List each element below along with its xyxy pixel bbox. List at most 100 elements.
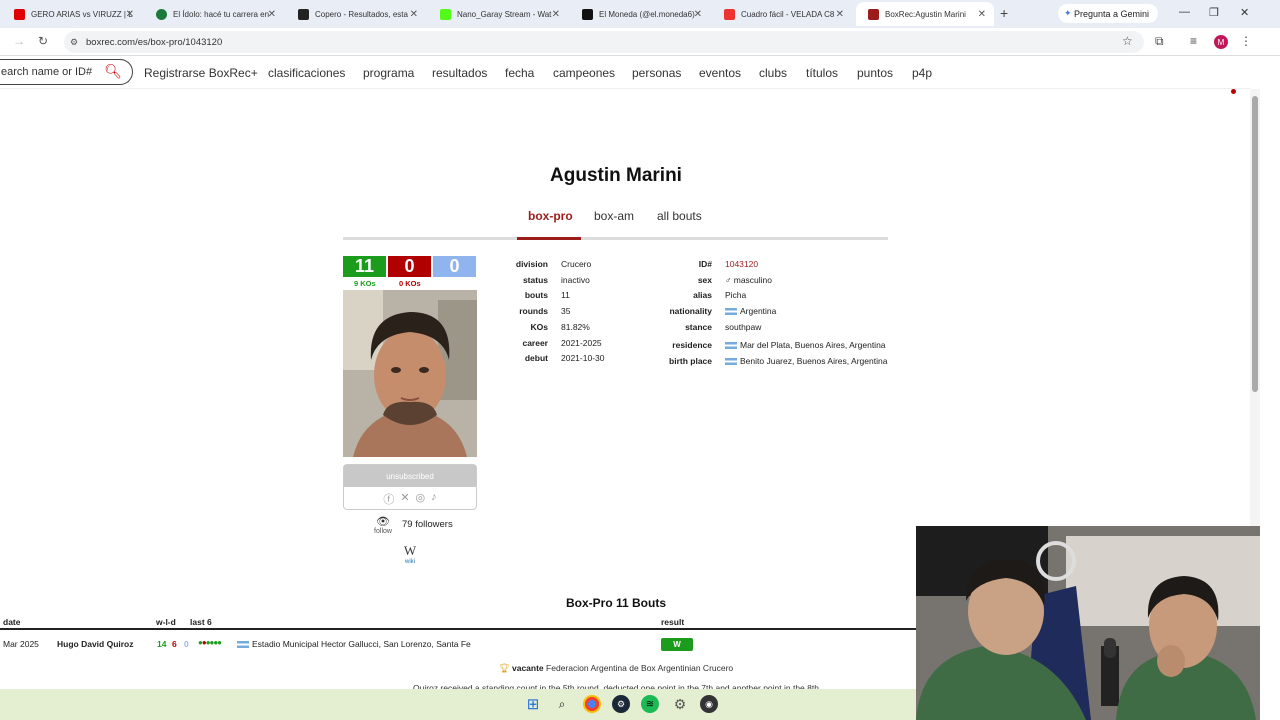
restore-icon[interactable]: ❐ [1209, 6, 1219, 19]
detail-label: stance [685, 322, 712, 332]
browser-tab[interactable]: El Ídolo: hacé tu carrera en ✕ [144, 2, 284, 26]
search-input[interactable]: earch name or ID# 🔍︎ [0, 59, 133, 85]
follow-button[interactable]: 👁︎ follow [372, 515, 394, 535]
nav-champions[interactable]: campeones [553, 66, 615, 80]
url-field[interactable]: ⚙ boxrec.com/es/box-pro/1043120 [64, 31, 1144, 53]
browser-tab[interactable]: El Moneda (@el.moneda6) ✕ [570, 2, 710, 26]
record-wins: 11 [343, 256, 386, 277]
wins-kos: 9 KOs [354, 279, 376, 288]
nav-people[interactable]: personas [632, 66, 681, 80]
venue[interactable]: Estadio Municipal Hector Gallucci, San L… [237, 639, 471, 649]
bout-date: Mar 2025 [3, 639, 39, 649]
spotify-icon[interactable]: ≋ [641, 695, 659, 713]
column-header-result: result [661, 617, 685, 627]
site-info-icon[interactable]: ⚙ [70, 37, 78, 48]
close-icon[interactable]: ✕ [268, 9, 276, 20]
detail-label: ID# [698, 259, 712, 269]
windows-start-icon[interactable]: ⊞ [524, 695, 542, 713]
browser-tab[interactable]: GERO ARIAS vs VIRUZZ | L ✕ [2, 2, 142, 26]
argentina-flag-icon [725, 342, 737, 350]
nav-schedule[interactable]: programa [363, 66, 414, 80]
opponent-wins: 14 [157, 639, 167, 649]
new-tab-button[interactable]: + [1000, 5, 1008, 21]
instagram-icon[interactable]: ◎ [416, 491, 426, 507]
nav-p4p[interactable]: p4p [912, 66, 932, 80]
detail-label: residence [672, 340, 712, 350]
close-window-icon[interactable]: ✕ [1240, 6, 1249, 19]
table-header-rule [0, 628, 916, 630]
obs-icon[interactable]: ◉ [700, 695, 718, 713]
site-nav: earch name or ID# 🔍︎ Registrarse BoxRec+ … [0, 57, 1250, 89]
close-icon[interactable]: ✕ [978, 9, 986, 20]
extensions-icon[interactable]: ⧉ [1155, 34, 1164, 49]
column-header-date[interactable]: date [3, 617, 20, 627]
detail-value: Argentina [740, 306, 777, 316]
menu-icon[interactable]: ⋮ [1240, 34, 1252, 48]
detail-value: Picha [725, 290, 747, 300]
reload-icon[interactable]: ↻ [38, 34, 48, 48]
steam-icon[interactable]: ⚙ [612, 695, 630, 713]
argentina-flag-icon [725, 358, 737, 366]
boxer-id-link[interactable]: 1043120 [725, 259, 758, 269]
boxer-photo [343, 290, 477, 457]
subscription-box: unsubscribed ⓕ ✕ ◎ ♪ [343, 464, 477, 510]
close-icon[interactable]: ✕ [126, 9, 134, 20]
browser-tab-active[interactable]: BoxRec:Agustin Marini ✕ [856, 2, 994, 26]
argentina-flag-icon [237, 641, 249, 649]
browser-tab[interactable]: Nano_Garay Stream - Wat ✕ [428, 2, 568, 26]
nav-events[interactable]: eventos [699, 66, 741, 80]
close-icon[interactable]: ✕ [410, 9, 418, 20]
close-icon[interactable]: ✕ [694, 9, 702, 20]
search-icon[interactable]: ⌕ [553, 695, 571, 713]
nav-results[interactable]: resultados [432, 66, 487, 80]
losses-kos: 0 KOs [399, 279, 421, 288]
chrome-icon[interactable] [583, 695, 601, 713]
gemini-label: Pregunta a Gemini [1074, 8, 1150, 19]
nav-date[interactable]: fecha [505, 66, 534, 80]
title-name[interactable]: Federacion Argentina de Box Argentinian … [546, 663, 733, 673]
gemini-button[interactable]: ✦ Pregunta a Gemini [1058, 4, 1158, 23]
subscribe-button[interactable]: unsubscribed [344, 465, 476, 487]
tab-title: Cuadro fácil - VELADA C8 [741, 9, 835, 19]
opponent-draws: 0 [184, 639, 189, 649]
back-icon[interactable]: → [13, 34, 25, 48]
minimize-icon[interactable]: — [1179, 6, 1190, 18]
column-header-last6: last 6 [190, 617, 212, 627]
search-icon[interactable]: 🔍︎ [104, 63, 122, 80]
trophy-icon: 🏆︎ [498, 663, 510, 673]
nav-titles[interactable]: títulos [806, 66, 838, 80]
tab-box-pro[interactable]: box-pro [528, 209, 573, 223]
browser-tab[interactable]: Copero - Resultados, esta ✕ [286, 2, 426, 26]
detail-label: birth place [669, 356, 712, 366]
detail-label: debut [524, 353, 548, 363]
nav-points[interactable]: puntos [857, 66, 893, 80]
close-icon[interactable]: ✕ [836, 9, 844, 20]
settings-icon[interactable]: ⚙ [671, 695, 689, 713]
nationality-value: Argentina [725, 306, 776, 316]
facebook-icon[interactable]: ⓕ [383, 491, 394, 507]
opponent-link[interactable]: Hugo David Quiroz [57, 639, 134, 649]
bookmark-star-icon[interactable]: ☆ [1122, 34, 1133, 48]
tab-box-am[interactable]: box-am [594, 209, 634, 223]
close-icon[interactable]: ✕ [552, 9, 560, 20]
search-placeholder: earch name or ID# [1, 66, 93, 78]
avatar[interactable]: M [1214, 35, 1228, 49]
x-icon[interactable]: ✕ [400, 491, 409, 507]
tab-all-bouts[interactable]: all bouts [657, 209, 702, 223]
tab-divider [343, 237, 888, 240]
nav-register[interactable]: Registrarse BoxRec+ [144, 66, 258, 80]
nav-ratings[interactable]: clasificaciones [268, 66, 345, 80]
address-bar-row: → ↻ ⚙ boxrec.com/es/box-pro/1043120 ☆ ⧉ ≡… [0, 28, 1280, 56]
youtube-icon [14, 8, 25, 20]
browser-tab[interactable]: Cuadro fácil - VELADA C8 ✕ [712, 2, 852, 26]
scrollbar-thumb[interactable] [1252, 96, 1258, 392]
nav-clubs[interactable]: clubs [759, 66, 787, 80]
detail-label: alias [693, 290, 712, 300]
detail-value: southpaw [725, 322, 762, 332]
kick-icon [440, 8, 451, 20]
media-icon[interactable]: ≡ [1190, 34, 1197, 48]
tab-title: Copero - Resultados, esta [315, 9, 408, 19]
tiktok-icon[interactable]: ♪ [431, 491, 437, 507]
wiki-link[interactable]: Wwiki [400, 543, 420, 565]
boxer-name: Agustin Marini [550, 165, 682, 186]
